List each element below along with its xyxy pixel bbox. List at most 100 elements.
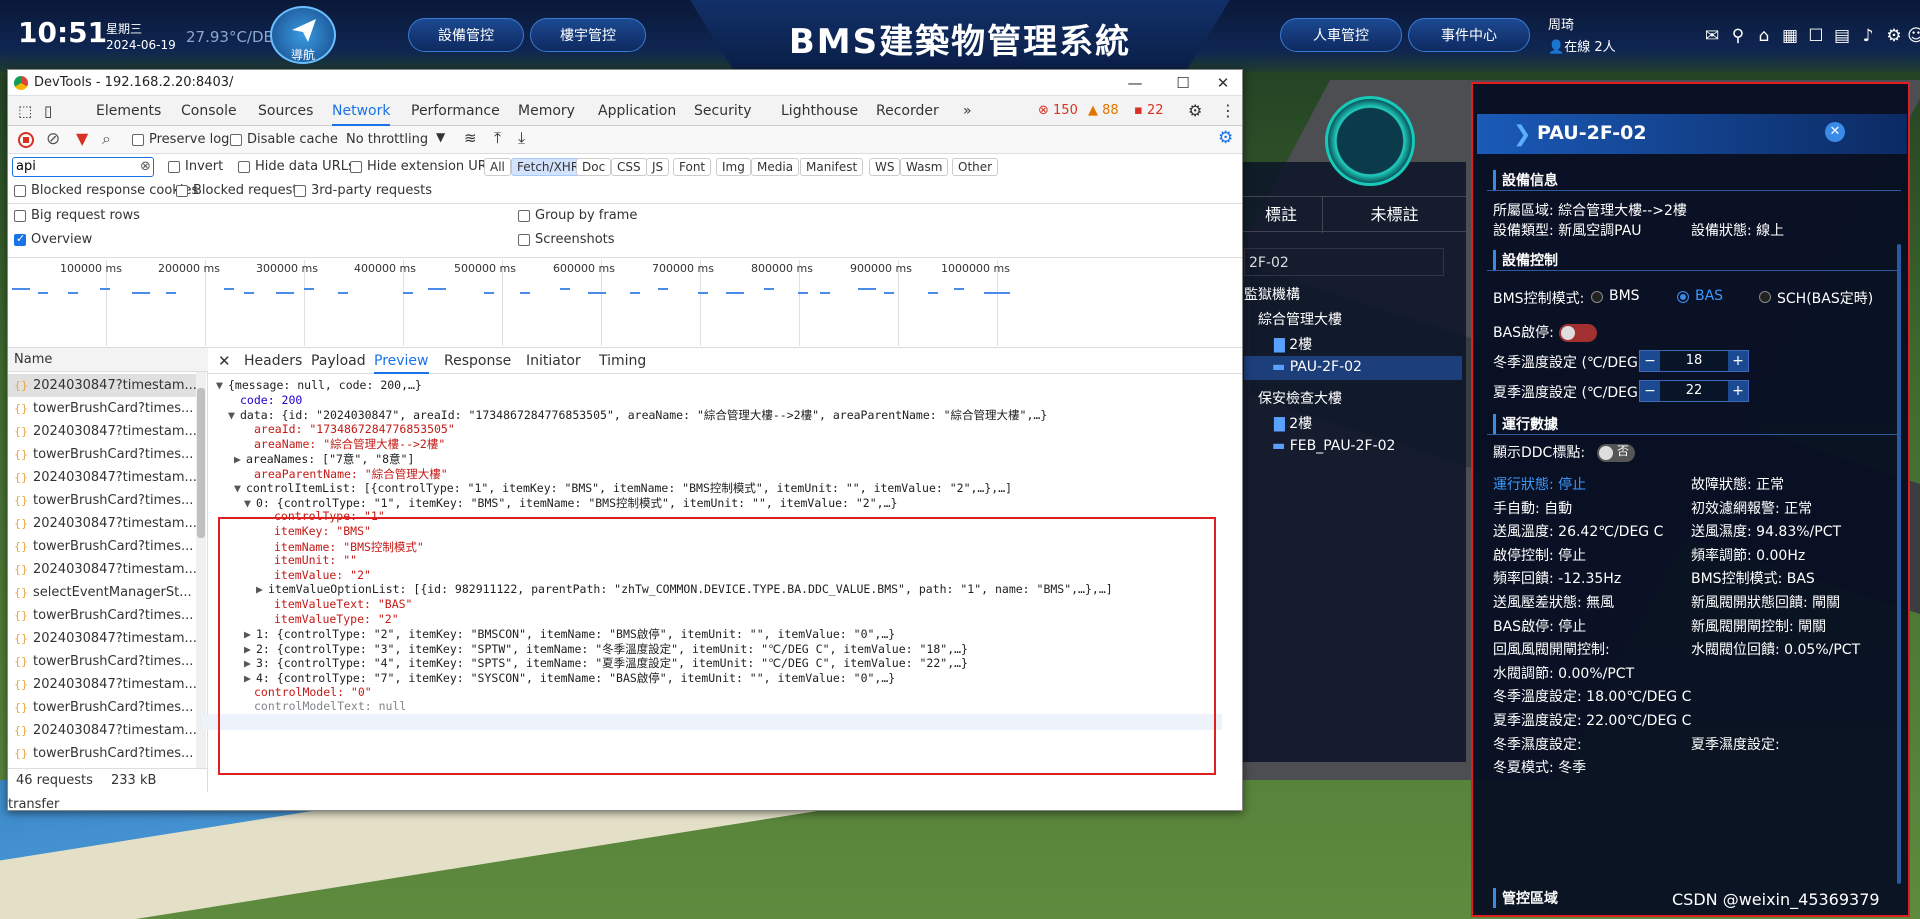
chevron-down-icon[interactable]: ▼ <box>436 130 445 144</box>
scroll-thumb[interactable] <box>197 388 205 538</box>
location-icon[interactable]: ⚲ <box>1728 26 1748 46</box>
tab-recorder[interactable]: Recorder <box>876 96 939 126</box>
chat-icon[interactable]: ☐ <box>1806 26 1826 46</box>
json-line[interactable]: ▶ areaNames: ["7意", "8意"] <box>234 451 414 467</box>
control-ring-widget[interactable] <box>1325 96 1415 186</box>
group-frame-checkbox[interactable] <box>518 210 530 222</box>
screenshots-checkbox[interactable] <box>518 234 530 246</box>
tab-payload[interactable]: Payload <box>311 348 366 374</box>
triangle-down-icon[interactable]: ▼ <box>228 408 240 422</box>
building-control-button[interactable]: 樓宇管控 <box>530 18 646 52</box>
tab-timing[interactable]: Timing <box>599 348 646 374</box>
clear-filter-icon[interactable]: ⊗ <box>140 159 151 174</box>
big-rows-checkbox[interactable] <box>14 210 26 222</box>
tab-lighthouse[interactable]: Lighthouse <box>781 96 858 126</box>
type-other[interactable]: Other <box>952 158 999 176</box>
name-column-header[interactable]: Name <box>8 348 208 372</box>
panel-close-button[interactable]: ✕ <box>1825 122 1845 142</box>
minimize-button[interactable]: — <box>1120 72 1150 94</box>
tab-initiator[interactable]: Initiator <box>526 348 581 374</box>
request-row[interactable]: {} towerBrushCard?times... <box>8 535 196 558</box>
summer-temp-stepper[interactable]: − 22 + <box>1639 380 1749 402</box>
third-party-checkbox[interactable] <box>294 185 306 197</box>
upload-icon[interactable]: ⤒ <box>494 128 501 148</box>
json-line[interactable]: ▼ data: {id: "2024030847", areaId: "17348… <box>228 407 1047 423</box>
tree-node-feb-pau[interactable]: ▬ FEB_PAU-2F-02 <box>1272 438 1395 454</box>
tab-headers[interactable]: Headers <box>244 348 302 374</box>
type-fetch-xhr[interactable]: Fetch/XHR <box>511 158 586 176</box>
hide-data-urls-checkbox[interactable] <box>238 161 250 173</box>
tab-sources[interactable]: Sources <box>258 96 313 126</box>
winter-temp-value[interactable]: 18 <box>1660 351 1728 371</box>
tab-performance[interactable]: Performance <box>411 96 500 126</box>
inspect-icon[interactable]: ⬚ <box>18 96 32 126</box>
type-js[interactable]: JS <box>646 158 670 176</box>
maximize-button[interactable]: ☐ <box>1168 72 1198 94</box>
error-count[interactable]: ⊗ 150 <box>1038 96 1078 126</box>
request-row[interactable]: {} towerBrushCard?times... <box>8 742 196 765</box>
overview-checkbox[interactable] <box>14 232 26 246</box>
summer-temp-value[interactable]: 22 <box>1660 381 1728 401</box>
request-row[interactable]: {} 2024030847?timestam... <box>8 558 196 581</box>
tab-preview[interactable]: Preview <box>374 348 429 374</box>
request-row[interactable]: {} 2024030847?timestam... <box>8 420 196 443</box>
preserve-log-checkbox[interactable] <box>132 134 144 146</box>
request-row[interactable]: {} towerBrushCard?times... <box>8 650 196 673</box>
tree-node-security-building[interactable]: 保安檢查大樓 <box>1258 388 1342 408</box>
type-ws[interactable]: WS <box>869 158 901 176</box>
request-row[interactable]: {} 2024030847?timestam... <box>8 673 196 696</box>
winter-temp-stepper[interactable]: − 18 + <box>1639 350 1749 372</box>
device-toggle-icon[interactable]: ▯ <box>44 96 52 126</box>
throttling-select[interactable]: No throttling <box>346 132 428 147</box>
tab-network[interactable]: Network <box>332 96 391 126</box>
type-manifest[interactable]: Manifest <box>800 158 864 176</box>
navigation-button[interactable]: 導航 <box>270 6 336 64</box>
radio-bms[interactable] <box>1591 291 1603 303</box>
json-line[interactable]: ▼ controlItemList: [{controlType: "1", it… <box>234 480 1012 496</box>
network-settings-icon[interactable]: ⚙ <box>1218 128 1233 148</box>
tab-unmarked[interactable]: 未標註 <box>1322 197 1466 233</box>
request-row[interactable]: {} 2024030847?timestam... <box>8 627 196 650</box>
type-font[interactable]: Font <box>673 158 712 176</box>
plus-icon[interactable]: + <box>1728 381 1748 401</box>
warning-count[interactable]: ▲ 88 <box>1088 96 1119 126</box>
panel-scrollbar[interactable] <box>1897 244 1901 884</box>
minus-icon[interactable]: − <box>1640 351 1660 371</box>
tree-node-floor-2b[interactable]: ▇ 2樓 <box>1274 413 1312 433</box>
network-overview-timeline[interactable]: 100000 ms 200000 ms 300000 ms 400000 ms … <box>8 258 1242 348</box>
type-all[interactable]: All <box>484 158 511 176</box>
type-media[interactable]: Media <box>751 158 800 176</box>
radio-bas[interactable] <box>1677 291 1689 303</box>
request-row[interactable]: {} selectEventManagerSt... <box>8 581 196 604</box>
tree-node-pau[interactable]: ▬ PAU-2F-02 <box>1272 359 1362 375</box>
map-icon[interactable]: ▦ <box>1780 26 1800 46</box>
tab-application[interactable]: Application <box>598 96 676 126</box>
triangle-right-icon[interactable]: ▶ <box>234 452 246 466</box>
record-stop-icon[interactable] <box>18 132 34 148</box>
request-row[interactable]: {} towerBrushCard?times... <box>8 489 196 512</box>
settings-gear-icon[interactable]: ⚙ <box>1188 96 1202 126</box>
request-row[interactable]: {} 2024030847?timestam... <box>8 719 196 742</box>
request-row[interactable]: {} 2024030847?timestam... <box>8 512 196 535</box>
clear-icon[interactable]: ⊘ <box>46 129 60 149</box>
filter-input[interactable]: api <box>12 157 154 177</box>
report-icon[interactable]: ▤ <box>1832 26 1852 46</box>
vehicle-control-button[interactable]: 人車管控 <box>1280 18 1402 52</box>
type-img[interactable]: Img <box>716 158 751 176</box>
tab-memory[interactable]: Memory <box>518 96 575 126</box>
event-center-button[interactable]: 事件中心 <box>1408 18 1530 52</box>
type-doc[interactable]: Doc <box>576 158 612 176</box>
request-row[interactable]: {} towerBrushCard?times... <box>8 443 196 466</box>
triangle-down-icon[interactable]: ▼ <box>244 496 256 510</box>
json-line[interactable]: ▼ {message: null, code: 200,…} <box>216 378 422 392</box>
triangle-down-icon[interactable]: ▼ <box>234 481 246 495</box>
blocked-cookies-checkbox[interactable] <box>14 185 26 197</box>
request-row[interactable]: {} towerBrushCard?times... <box>8 604 196 627</box>
bas-stop-toggle[interactable] <box>1559 324 1597 342</box>
tab-response[interactable]: Response <box>444 348 511 374</box>
triangle-down-icon[interactable]: ▼ <box>216 378 228 392</box>
tab-elements[interactable]: Elements <box>96 96 161 126</box>
request-row[interactable]: {} towerBrushCard?times... <box>8 696 196 719</box>
request-row[interactable]: {} towerBrushCard?times... <box>8 397 196 420</box>
home-icon[interactable]: ⌂ <box>1754 26 1774 46</box>
